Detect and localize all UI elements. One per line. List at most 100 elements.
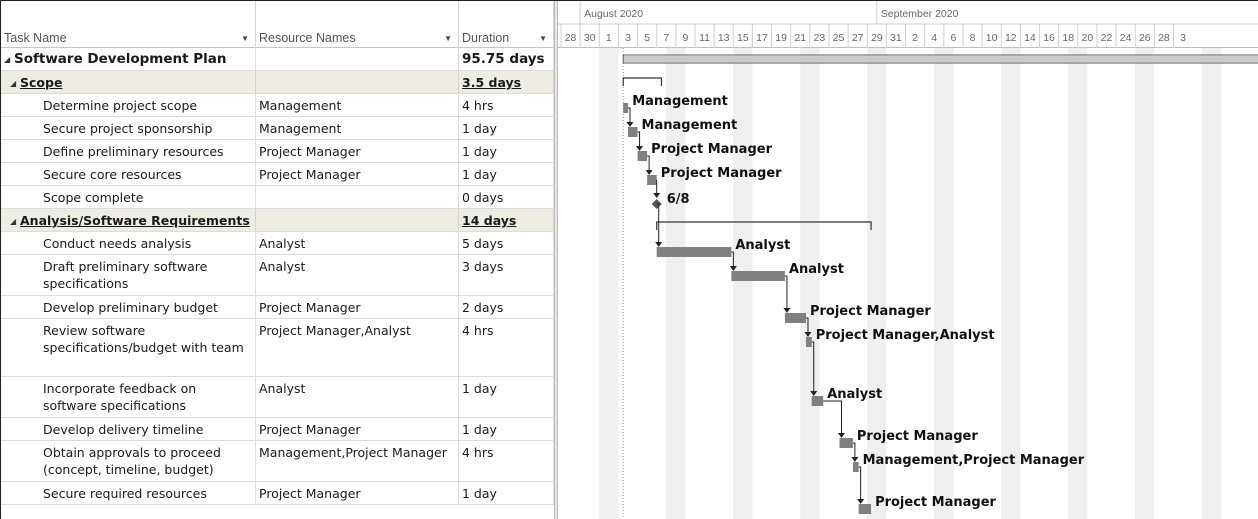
resource-names-cell[interactable]: Management,Project Manager xyxy=(256,441,459,481)
duration-cell[interactable]: 5 days xyxy=(459,232,554,254)
task-row[interactable]: Review software specifications/budget wi… xyxy=(1,319,554,377)
task-name: Develop delivery timeline xyxy=(43,422,204,437)
resource-names-cell[interactable]: Analyst xyxy=(256,255,459,295)
duration-value: 14 days xyxy=(462,213,517,228)
task-row[interactable]: ◢ Scope 3.5 days xyxy=(1,71,554,94)
task-name-cell[interactable]: Secure required resources xyxy=(1,482,256,504)
dependency-arrow-icon xyxy=(626,122,634,127)
duration-cell[interactable]: 4 hrs xyxy=(459,319,554,376)
task-name-cell[interactable]: Secure core resources xyxy=(1,163,256,185)
day-label: 6 xyxy=(950,32,956,44)
task-name: Conduct needs analysis xyxy=(43,236,192,251)
task-name-cell[interactable]: Develop preliminary budget xyxy=(1,296,256,318)
day-label: 22 xyxy=(1101,32,1113,44)
duration-cell[interactable]: 1 day xyxy=(459,482,554,504)
column-header-task-name[interactable]: Task Name ▼ xyxy=(1,1,256,48)
duration-value: 4 hrs xyxy=(462,445,494,460)
duration-cell[interactable]: 14 days xyxy=(459,209,554,231)
task-row[interactable]: Secure project sponsorship Management 1 da… xyxy=(1,117,554,140)
task-name-cell[interactable]: Incorporate feedback on software specifi… xyxy=(1,377,256,417)
task-row[interactable]: Develop delivery timeline Project Manager… xyxy=(1,418,554,441)
day-label: 31 xyxy=(890,32,902,44)
task-row[interactable]: Incorporate feedback on software specifi… xyxy=(1,377,554,418)
task-name-cell[interactable]: ◢ Scope xyxy=(1,71,256,93)
resource-names-cell[interactable] xyxy=(256,71,459,93)
duration-cell[interactable]: 1 day xyxy=(459,377,554,417)
duration-cell[interactable]: 0 days xyxy=(459,186,554,208)
task-row[interactable]: Secure required resources Project Manager… xyxy=(1,482,554,505)
task-row[interactable]: Determine project scope Management 4 hrs xyxy=(1,94,554,117)
task-name-cell[interactable]: ◢ Software Development Plan xyxy=(1,48,256,70)
task-row[interactable]: Conduct needs analysis Analyst 5 days xyxy=(1,232,554,255)
task-name-cell[interactable]: Obtain approvals to proceed (concept, ti… xyxy=(1,441,256,481)
task-name-cell[interactable]: Scope complete xyxy=(1,186,256,208)
duration-cell[interactable]: 3 days xyxy=(459,255,554,295)
task-name: Secure core resources xyxy=(43,167,182,182)
resource-names-cell[interactable]: Project Manager xyxy=(256,418,459,440)
task-bar xyxy=(656,247,732,257)
task-name-cell[interactable]: Draft preliminary software specification… xyxy=(1,255,256,295)
task-bar xyxy=(784,313,806,323)
day-label: 3 xyxy=(1180,32,1186,44)
weekend-shade xyxy=(1068,48,1088,519)
duration-cell[interactable]: 1 day xyxy=(459,140,554,162)
task-name: Secure project sponsorship xyxy=(43,121,213,136)
collapse-triangle-icon[interactable]: ◢ xyxy=(10,213,20,230)
task-name-cell[interactable]: Define preliminary resources xyxy=(1,140,256,162)
duration-cell[interactable]: 1 day xyxy=(459,117,554,139)
task-name-cell[interactable]: Conduct needs analysis xyxy=(1,232,256,254)
task-name-cell[interactable]: Develop delivery timeline xyxy=(1,418,256,440)
task-name-cell[interactable]: Review software specifications/budget wi… xyxy=(1,319,256,376)
resource-names-cell[interactable]: Management xyxy=(256,94,459,116)
resource-names-cell[interactable] xyxy=(256,48,459,70)
task-name-cell[interactable]: ◢ Analysis/Software Requirements xyxy=(1,209,256,231)
duration-cell[interactable]: 95.75 days xyxy=(459,48,554,70)
day-label: 17 xyxy=(756,32,768,44)
weekend-shade xyxy=(800,48,820,519)
task-row[interactable]: ◢ Analysis/Software Requirements 14 days xyxy=(1,209,554,232)
column-header-duration[interactable]: Duration ▼ xyxy=(459,1,554,48)
resource-names-cell[interactable]: Project Manager,Analyst xyxy=(256,319,459,376)
task-row[interactable]: ◢ Software Development Plan 95.75 days xyxy=(1,48,554,71)
duration-cell[interactable]: 1 day xyxy=(459,163,554,185)
duration-cell[interactable]: 3.5 days xyxy=(459,71,554,93)
task-row[interactable]: Obtain approvals to proceed (concept, ti… xyxy=(1,441,554,482)
task-name: Analysis/Software Requirements xyxy=(20,213,250,228)
resource-names-cell[interactable]: Project Manager xyxy=(256,296,459,318)
task-name-cell[interactable]: Secure project sponsorship xyxy=(1,117,256,139)
day-label: 28 xyxy=(565,32,577,44)
duration-cell[interactable]: 4 hrs xyxy=(459,94,554,116)
resource-names: Project Manager xyxy=(259,422,361,437)
resource-names-cell[interactable]: Project Manager xyxy=(256,140,459,162)
task-name-cell[interactable]: Determine project scope xyxy=(1,94,256,116)
column-header-resource-names[interactable]: Resource Names ▼ xyxy=(256,1,459,48)
duration-cell[interactable]: 1 day xyxy=(459,418,554,440)
resource-names-cell[interactable] xyxy=(256,186,459,208)
task-row[interactable]: Scope complete 0 days xyxy=(1,186,554,209)
collapse-triangle-icon[interactable]: ◢ xyxy=(10,75,20,92)
dependency-link xyxy=(628,107,631,123)
resource-names-cell[interactable]: Project Manager xyxy=(256,482,459,504)
task-resource-label: Project Manager,Analyst xyxy=(816,328,995,343)
weekend-shade xyxy=(867,48,887,519)
resource-names-cell[interactable]: Analyst xyxy=(256,232,459,254)
dropdown-arrow-icon[interactable]: ▼ xyxy=(241,34,249,43)
day-label: 12 xyxy=(1005,32,1017,44)
resource-names: Management xyxy=(259,98,342,113)
dropdown-arrow-icon[interactable]: ▼ xyxy=(444,34,452,43)
resource-names: Analyst xyxy=(259,259,306,274)
task-row[interactable]: Draft preliminary software specification… xyxy=(1,255,554,296)
resource-names-cell[interactable] xyxy=(256,209,459,231)
column-header-duration-label: Duration xyxy=(462,31,510,45)
resource-names-cell[interactable]: Analyst xyxy=(256,377,459,417)
task-row[interactable]: Define preliminary resources Project Mana… xyxy=(1,140,554,163)
duration-cell[interactable]: 4 hrs xyxy=(459,441,554,481)
resource-names-cell[interactable]: Project Manager xyxy=(256,163,459,185)
task-row[interactable]: Secure core resources Project Manager 1 da… xyxy=(1,163,554,186)
duration-cell[interactable]: 2 days xyxy=(459,296,554,318)
summary-bracket xyxy=(656,221,872,230)
collapse-triangle-icon[interactable]: ◢ xyxy=(4,51,14,68)
task-row[interactable]: Develop preliminary budget Project Manage… xyxy=(1,296,554,319)
resource-names-cell[interactable]: Management xyxy=(256,117,459,139)
dropdown-arrow-icon[interactable]: ▼ xyxy=(539,34,547,43)
